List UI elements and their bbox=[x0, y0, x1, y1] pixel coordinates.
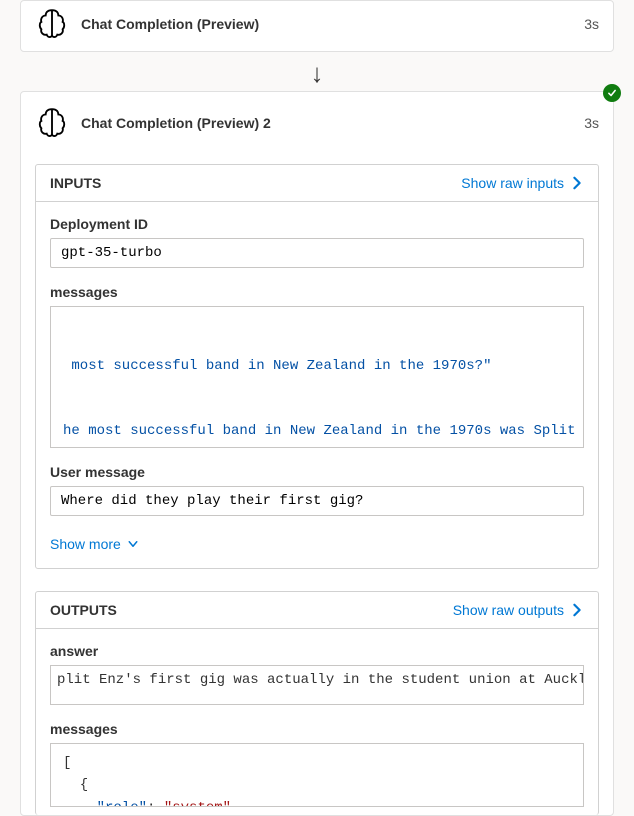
json-key: "role" bbox=[97, 800, 147, 807]
status-success-badge bbox=[603, 84, 621, 102]
output-messages-label: messages bbox=[50, 721, 584, 737]
output-messages-field: messages [ { "role": "system", bbox=[50, 721, 584, 807]
user-message-label: User message bbox=[50, 464, 584, 480]
inputs-section-title: INPUTS bbox=[50, 175, 461, 191]
answer-field: answer plit Enz's first gig was actually… bbox=[50, 643, 584, 705]
show-raw-inputs-label: Show raw inputs bbox=[461, 175, 564, 191]
inputs-section: INPUTS Show raw inputs Deployment ID mes… bbox=[35, 164, 599, 569]
show-raw-outputs-label: Show raw outputs bbox=[453, 602, 564, 618]
json-val: "system" bbox=[164, 800, 231, 807]
deployment-id-field: Deployment ID bbox=[50, 216, 584, 268]
messages-field: messages most successful band in New Zea… bbox=[50, 284, 584, 448]
chevron-right-icon bbox=[570, 603, 584, 617]
outputs-section-header: OUTPUTS Show raw outputs bbox=[36, 592, 598, 629]
node-title: Chat Completion (Preview) 2 bbox=[81, 115, 572, 131]
messages-line-1: most successful band in New Zealand in t… bbox=[63, 358, 491, 374]
messages-line-2: he most successful band in New Zealand i… bbox=[63, 423, 584, 439]
json-line-1: [ bbox=[63, 755, 71, 771]
node-header[interactable]: Chat Completion (Preview) 2 3s bbox=[35, 106, 599, 140]
brain-icon bbox=[35, 106, 69, 140]
show-more-link[interactable]: Show more bbox=[50, 532, 584, 560]
check-icon bbox=[607, 88, 617, 98]
inputs-section-header: INPUTS Show raw inputs bbox=[36, 165, 598, 202]
show-raw-inputs-link[interactable]: Show raw inputs bbox=[461, 175, 584, 191]
user-message-input[interactable] bbox=[50, 486, 584, 516]
answer-scroll-box[interactable]: plit Enz's first gig was actually in the… bbox=[50, 665, 584, 705]
chevron-right-icon bbox=[570, 176, 584, 190]
user-message-field: User message bbox=[50, 464, 584, 516]
outputs-section: OUTPUTS Show raw outputs answer plit Enz… bbox=[35, 591, 599, 815]
messages-label: messages bbox=[50, 284, 584, 300]
answer-label: answer bbox=[50, 643, 584, 659]
brain-icon bbox=[35, 7, 69, 41]
previous-node-header[interactable]: Chat Completion (Preview) 3s bbox=[20, 0, 614, 52]
flow-arrow-icon: ↓ bbox=[0, 52, 634, 91]
deployment-id-input[interactable] bbox=[50, 238, 584, 268]
previous-node-duration: 3s bbox=[584, 16, 599, 32]
previous-node-title: Chat Completion (Preview) bbox=[81, 16, 572, 32]
answer-text: plit Enz's first gig was actually in the… bbox=[57, 672, 584, 688]
output-messages-scroll-box[interactable]: [ { "role": "system", bbox=[50, 743, 584, 807]
node-card: Chat Completion (Preview) 2 3s INPUTS Sh… bbox=[20, 91, 614, 816]
chevron-down-icon bbox=[127, 538, 139, 550]
json-comma: , bbox=[231, 800, 239, 807]
json-line-2: { bbox=[63, 777, 88, 793]
deployment-id-label: Deployment ID bbox=[50, 216, 584, 232]
show-raw-outputs-link[interactable]: Show raw outputs bbox=[453, 602, 584, 618]
node-duration: 3s bbox=[584, 115, 599, 131]
json-colon: : bbox=[147, 800, 164, 807]
show-more-label: Show more bbox=[50, 536, 121, 552]
messages-scroll-box[interactable]: most successful band in New Zealand in t… bbox=[50, 306, 584, 448]
outputs-section-title: OUTPUTS bbox=[50, 602, 453, 618]
